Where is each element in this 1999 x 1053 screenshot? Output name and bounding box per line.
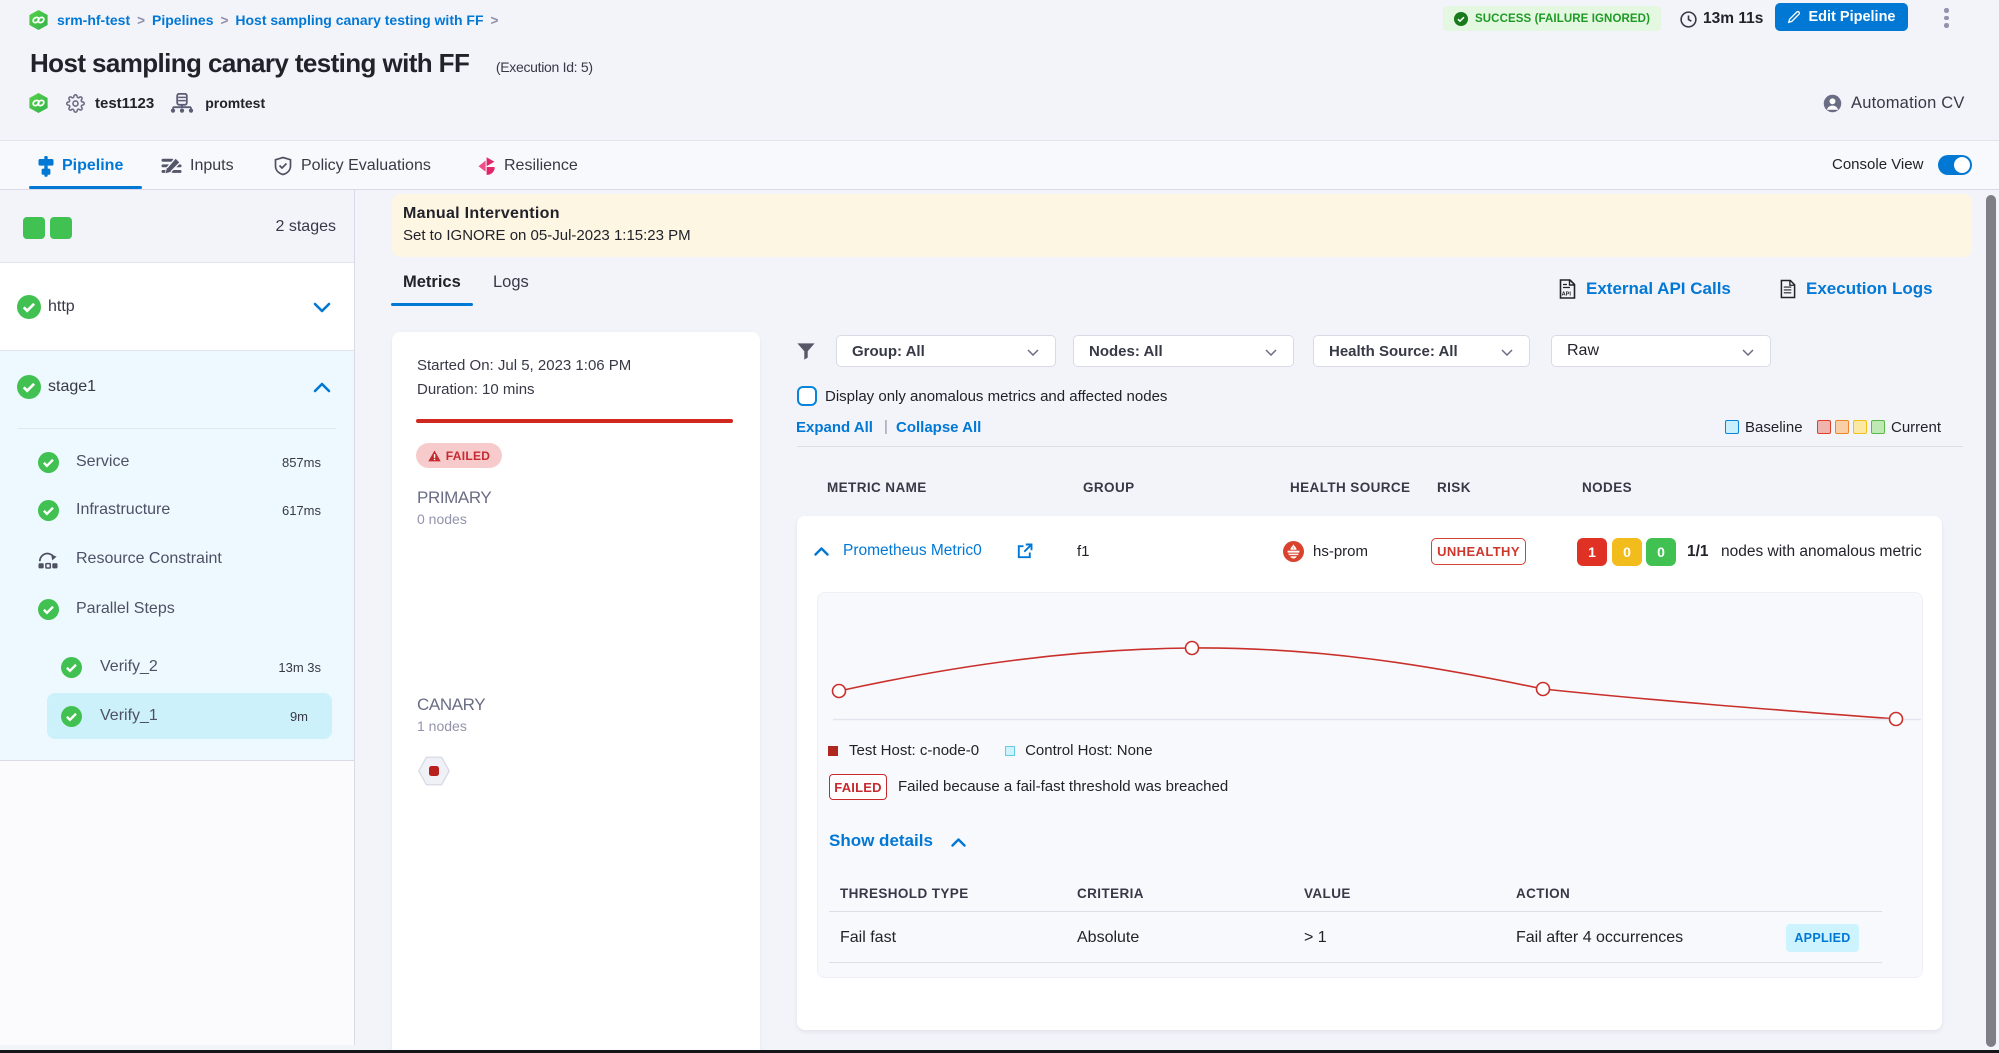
svg-text:API: API bbox=[1562, 292, 1572, 298]
